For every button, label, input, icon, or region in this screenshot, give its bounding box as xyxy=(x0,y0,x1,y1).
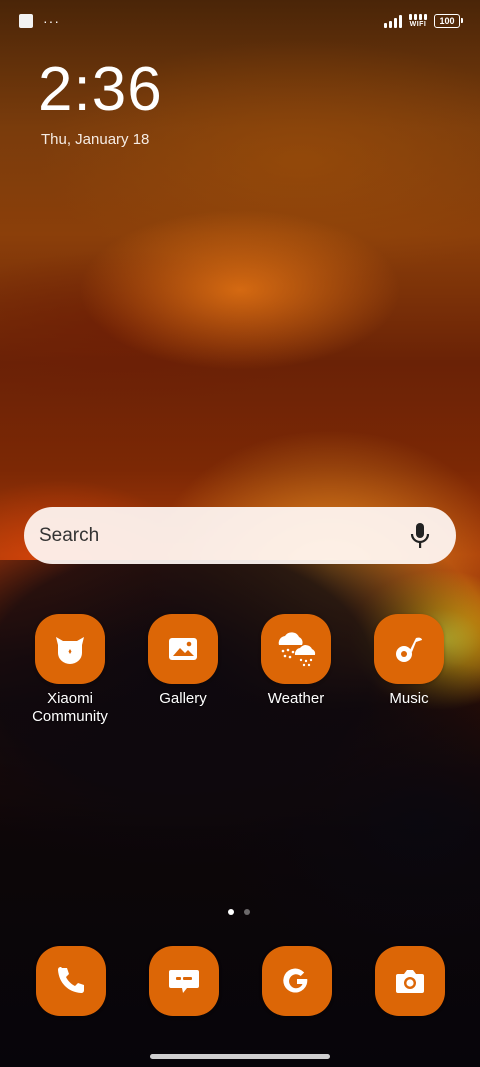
app-music[interactable]: Music xyxy=(354,614,464,708)
mic-icon[interactable] xyxy=(409,522,431,550)
gallery-icon[interactable] xyxy=(148,614,218,684)
messages-icon xyxy=(169,970,199,993)
dock-phone[interactable] xyxy=(36,946,106,1016)
notification-square-icon xyxy=(19,14,33,28)
camera-icon xyxy=(396,970,424,993)
more-dots-icon: ··· xyxy=(43,13,60,29)
signal-icon xyxy=(384,14,402,28)
phone-icon xyxy=(58,967,84,993)
dock-messages[interactable] xyxy=(149,946,219,1016)
wifi-icon: WIFI xyxy=(409,13,427,28)
app-label: Xiaomi Community xyxy=(15,690,125,726)
app-label: Weather xyxy=(267,690,325,707)
home-gesture-bar[interactable] xyxy=(150,1054,330,1059)
battery-level: 100 xyxy=(439,16,455,26)
clock-date[interactable]: Thu, January 18 xyxy=(41,131,149,148)
app-label-community: Community xyxy=(32,708,108,725)
page-dot xyxy=(244,909,250,915)
wifi-label: WIFI xyxy=(409,21,427,28)
app-label-xiaomi: Xiaomi xyxy=(47,690,93,707)
battery-icon: 100 xyxy=(434,14,463,28)
app-xiaomi-community[interactable]: Xiaomi Community xyxy=(15,614,125,726)
page-indicator xyxy=(228,909,250,915)
clock-time[interactable]: 2:36 xyxy=(38,54,163,126)
dock-google[interactable] xyxy=(262,946,332,1016)
app-weather[interactable]: Weather xyxy=(241,614,351,708)
google-icon xyxy=(283,968,308,993)
search-placeholder[interactable]: Search xyxy=(39,525,409,547)
status-bar: ··· WIFI 100 xyxy=(0,0,480,42)
search-bar[interactable]: Search xyxy=(24,507,456,564)
music-icon[interactable] xyxy=(374,614,444,684)
dock-camera[interactable] xyxy=(375,946,445,1016)
app-label: Music xyxy=(389,690,429,707)
app-gallery[interactable]: Gallery xyxy=(128,614,238,708)
app-label: Gallery xyxy=(159,690,207,707)
page-dot-active xyxy=(228,909,234,915)
weather-icon[interactable] xyxy=(261,614,331,684)
xiaomi-community-icon[interactable] xyxy=(35,614,105,684)
